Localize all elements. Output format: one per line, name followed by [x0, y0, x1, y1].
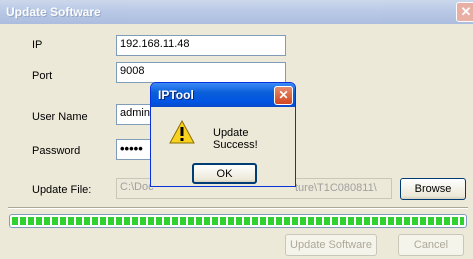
- iptool-dialog: IPTool ✕ Update Success! OK: [150, 82, 296, 187]
- update-file-path-start: C:\Doc: [120, 181, 154, 193]
- dialog-message: Update Success!: [213, 127, 258, 151]
- port-label: Port: [32, 70, 53, 82]
- cancel-button[interactable]: Cancel: [398, 234, 464, 256]
- warning-icon: [169, 120, 195, 144]
- username-label: User Name: [32, 111, 88, 123]
- separator: [8, 207, 468, 209]
- progress-bar: [9, 214, 467, 228]
- update-file-label: Update File:: [32, 184, 92, 196]
- window-titlebar[interactable]: Update Software ✕: [0, 0, 473, 24]
- ok-button[interactable]: OK: [192, 163, 257, 184]
- progress-fill: [12, 217, 464, 225]
- browse-button[interactable]: Browse: [400, 178, 466, 200]
- dialog-titlebar[interactable]: IPTool ✕: [151, 83, 295, 107]
- window-close-icon[interactable]: ✕: [456, 2, 473, 22]
- update-software-window: Update Software ✕ IP 192.168.11.48 Port …: [0, 0, 473, 259]
- ip-input[interactable]: 192.168.11.48: [116, 35, 286, 56]
- password-label: Password: [32, 145, 81, 157]
- update-software-button[interactable]: Update Software: [285, 234, 377, 256]
- window-title: Update Software: [6, 5, 101, 19]
- ip-label: IP: [32, 39, 43, 51]
- dialog-close-icon[interactable]: ✕: [274, 86, 293, 105]
- port-input[interactable]: 9008: [116, 62, 286, 83]
- dialog-title: IPTool: [158, 88, 194, 102]
- update-file-path-end: ture\T1C080811\: [295, 182, 377, 194]
